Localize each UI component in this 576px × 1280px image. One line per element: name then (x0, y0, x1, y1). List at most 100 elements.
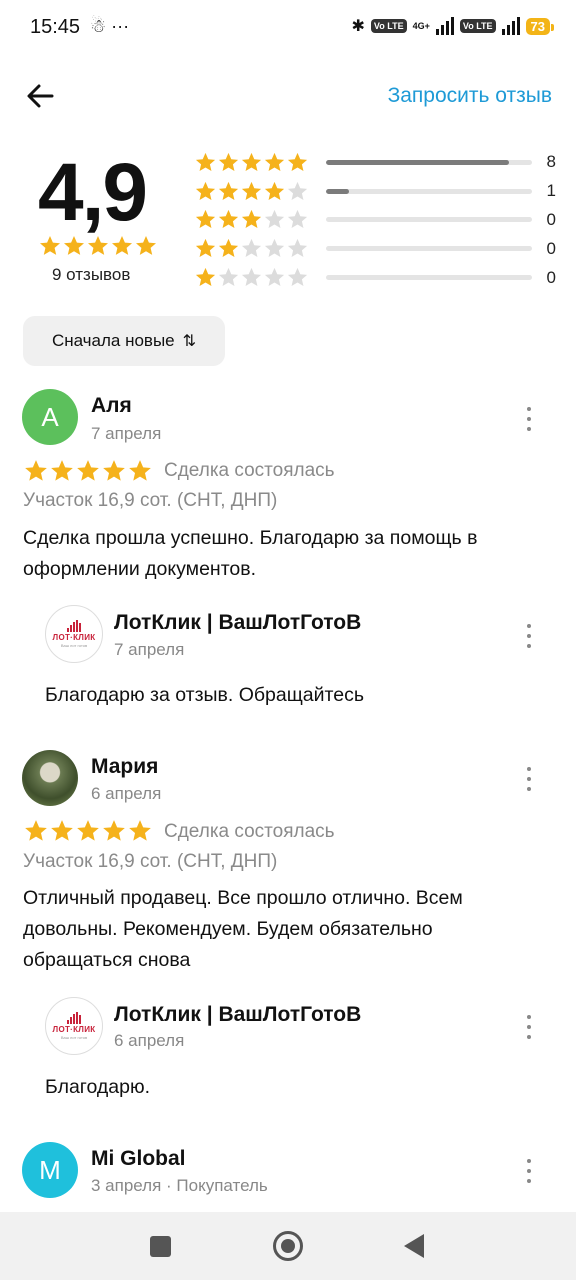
seller-logo: ЛОТ·КЛИК Ваш лот готов (45, 997, 103, 1055)
review-date: 6 апреля (91, 784, 162, 803)
distribution-row: 0 (194, 234, 556, 263)
row-stars (194, 208, 314, 231)
star-empty-icon (218, 267, 239, 287)
distribution-bar-fill (326, 188, 349, 194)
star-filled-icon (129, 460, 151, 481)
avatar[interactable] (22, 750, 78, 806)
home-icon[interactable] (273, 1231, 303, 1261)
star-empty-icon (287, 181, 308, 200)
star-filled-icon (103, 820, 125, 841)
deal-status: Сделка состоялась (164, 460, 335, 481)
bluetooth-icon: ✱ (351, 18, 365, 35)
star-filled-icon (218, 181, 239, 200)
star-filled-icon (51, 820, 73, 841)
distribution-row: 0 (194, 206, 556, 235)
distribution-count: 1 (546, 181, 556, 201)
battery-icon: 73 (525, 17, 555, 35)
star-filled-icon (264, 181, 285, 200)
distribution-bar (326, 275, 532, 281)
seller-name: ЛотКлик | ВашЛотГотоВ (114, 611, 362, 634)
star-empty-icon (287, 267, 308, 287)
review-stars (23, 818, 153, 844)
star-filled-icon (77, 820, 99, 841)
review-date: 7 апреля (91, 424, 162, 443)
row-stars (194, 151, 314, 174)
lot-title[interactable]: Участок 16,9 сот. (СНТ, ДНП) (23, 851, 277, 873)
signal-icon-2 (501, 17, 520, 35)
more-options-icon[interactable] (522, 767, 536, 791)
sort-button[interactable]: Сначала новые ⇅ (23, 316, 225, 366)
star-filled-icon (264, 152, 285, 171)
star-filled-icon (40, 236, 60, 255)
lot-title[interactable]: Участок 16,9 сот. (СНТ, ДНП) (23, 490, 277, 512)
volte-icon-2: Vo LTE (459, 19, 496, 33)
star-filled-icon (51, 460, 73, 481)
reviewer-name[interactable]: Mi Global (91, 1147, 186, 1171)
reviewer-name[interactable]: Аля (91, 394, 132, 418)
sort-label: Сначала новые (51, 331, 175, 350)
status-right-icons: ✱ Vo LTE 4G+ Vo LTE 73 (351, 16, 555, 36)
star-filled-icon (195, 239, 216, 258)
star-filled-icon (241, 181, 262, 200)
star-filled-icon (241, 152, 262, 171)
average-stars (38, 234, 158, 263)
reply-date: 7 апреля (114, 640, 185, 659)
star-filled-icon (218, 152, 239, 171)
star-filled-icon (136, 236, 156, 255)
logo-bars-icon (67, 620, 81, 632)
star-filled-icon (25, 820, 47, 841)
distribution-count: 8 (546, 152, 556, 172)
avatar[interactable]: M (22, 1142, 78, 1198)
logo-subtext: Ваш лот готов (60, 643, 88, 648)
signal-icon (435, 17, 454, 35)
review-date: 3 апреля · Покупатель (91, 1176, 268, 1195)
logo-text: ЛОТ·КЛИК (52, 633, 96, 642)
review-stars (23, 458, 153, 484)
reviewer-name[interactable]: Мария (91, 755, 158, 779)
recents-icon[interactable] (150, 1236, 171, 1257)
star-filled-icon (195, 181, 216, 200)
back-arrow-icon[interactable] (22, 78, 58, 114)
reply-more-options-icon[interactable] (522, 1015, 536, 1039)
star-empty-icon (264, 267, 285, 287)
star-empty-icon (241, 267, 262, 287)
network-type-label: 4G+ (412, 21, 430, 31)
star-empty-icon (264, 210, 285, 229)
distribution-bar (326, 217, 532, 223)
distribution-bar (326, 188, 532, 194)
notification-icons: ☃ ··· (90, 16, 130, 36)
star-filled-icon (195, 152, 216, 171)
deal-status: Сделка состоялась (164, 821, 335, 842)
request-review-link[interactable]: Запросить отзыв (388, 84, 552, 108)
more-options-icon[interactable] (522, 407, 536, 431)
avatar[interactable]: А (22, 389, 78, 445)
row-stars (194, 237, 314, 260)
volte-icon: Vo LTE (370, 19, 407, 33)
review-text: Сделка прошла успешно. Благодарю за помо… (23, 527, 478, 580)
distribution-bar-fill (326, 159, 510, 165)
distribution-row: 0 (194, 263, 556, 292)
star-filled-icon (112, 236, 132, 255)
reviews-count: 9 отзывов (52, 265, 131, 284)
more-options-icon[interactable] (522, 1159, 536, 1183)
star-empty-icon (264, 239, 285, 258)
star-filled-icon (218, 210, 239, 229)
distribution-row: 1 (194, 177, 556, 206)
star-filled-icon (287, 152, 308, 171)
average-rating: 4,9 (38, 147, 148, 238)
distribution-bar (326, 159, 532, 165)
distribution-count: 0 (546, 238, 556, 258)
star-filled-icon (77, 460, 99, 481)
seller-name: ЛотКлик | ВашЛотГотоВ (114, 1003, 362, 1026)
back-icon[interactable] (404, 1234, 424, 1258)
distribution-count: 0 (546, 209, 556, 229)
reply-text: Благодарю. (45, 1076, 151, 1098)
star-empty-icon (241, 239, 262, 258)
reply-text: Благодарю за отзыв. Обращайтесь (45, 684, 364, 706)
review-text: Отличный продавец. Все прошло отлично. В… (23, 887, 463, 971)
system-nav-bar (0, 1212, 576, 1280)
distribution-count: 0 (546, 267, 556, 287)
reply-more-options-icon[interactable] (522, 624, 536, 648)
star-filled-icon (218, 239, 239, 258)
star-filled-icon (195, 267, 216, 287)
